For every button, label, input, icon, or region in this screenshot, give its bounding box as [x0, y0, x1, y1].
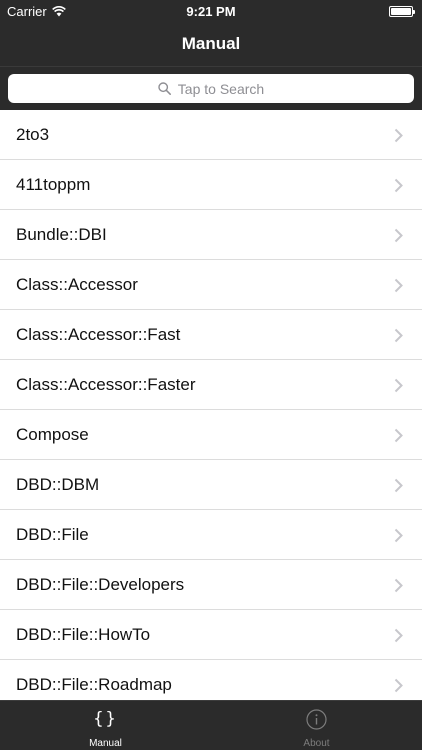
search-icon — [158, 82, 171, 95]
braces-icon: {} — [93, 709, 118, 729]
list-item[interactable]: Compose — [0, 410, 422, 460]
chevron-right-icon — [394, 428, 403, 443]
list-item-label: Class::Accessor::Fast — [16, 325, 181, 344]
chevron-right-icon — [394, 528, 403, 543]
chevron-right-icon — [394, 478, 403, 493]
chevron-right-icon — [394, 228, 403, 243]
list-item[interactable]: Class::Accessor — [0, 260, 422, 310]
list-item-label: DBD::DBM — [16, 475, 100, 494]
chevron-right-icon — [394, 128, 403, 143]
list-item[interactable]: 2to3 — [0, 110, 422, 160]
chevron-right-icon — [394, 278, 403, 293]
tab-bar: {} Manual About — [0, 700, 422, 750]
list-item-label: DBD::File::Roadmap — [16, 675, 172, 694]
battery-icon — [389, 6, 415, 17]
tab-label: About — [303, 738, 330, 749]
tab-manual[interactable]: {} Manual — [0, 701, 211, 750]
tab-label: Manual — [89, 738, 122, 749]
list-item[interactable]: Bundle::DBI — [0, 210, 422, 260]
list-item[interactable]: 411toppm — [0, 160, 422, 210]
chevron-right-icon — [394, 178, 403, 193]
chevron-right-icon — [394, 578, 403, 593]
chevron-right-icon — [394, 328, 403, 343]
list-item-label: 411toppm — [16, 175, 91, 194]
list-item[interactable]: Class::Accessor::Fast — [0, 310, 422, 360]
info-icon — [306, 709, 327, 730]
list-item-label: DBD::File::Developers — [16, 575, 185, 594]
list-item-label: Compose — [16, 425, 89, 444]
chevron-right-icon — [394, 378, 403, 393]
list-item[interactable]: DBD::DBM — [0, 460, 422, 510]
search-bar-container: Tap to Search — [0, 66, 422, 110]
manual-list[interactable]: 2to3 411toppm Bundle::DBI Class::Accesso… — [0, 110, 422, 700]
search-input[interactable]: Tap to Search — [8, 74, 414, 103]
list-item[interactable]: DBD::File::Developers — [0, 560, 422, 610]
list-item[interactable]: DBD::File::HowTo — [0, 610, 422, 660]
list-item[interactable]: DBD::File — [0, 510, 422, 560]
list-item-label: DBD::File — [16, 525, 89, 544]
search-placeholder: Tap to Search — [177, 80, 265, 97]
status-time: 9:21 PM — [186, 4, 236, 19]
list-item[interactable]: Class::Accessor::Faster — [0, 360, 422, 410]
list-item-label: DBD::File::HowTo — [16, 625, 151, 644]
list-item-label: Class::Accessor::Faster — [16, 375, 196, 394]
tab-about[interactable]: About — [211, 701, 422, 750]
list-item-label: Class::Accessor — [16, 275, 138, 294]
navigation-bar: Manual — [0, 22, 422, 66]
list-item-label: 2to3 — [16, 125, 50, 144]
list-item[interactable]: DBD::File::Roadmap — [0, 660, 422, 700]
chevron-right-icon — [394, 678, 403, 693]
status-bar: Carrier 9:21 PM — [0, 0, 422, 22]
list-item-label: Bundle::DBI — [16, 225, 107, 244]
chevron-right-icon — [394, 628, 403, 643]
page-title: Manual — [181, 34, 241, 53]
